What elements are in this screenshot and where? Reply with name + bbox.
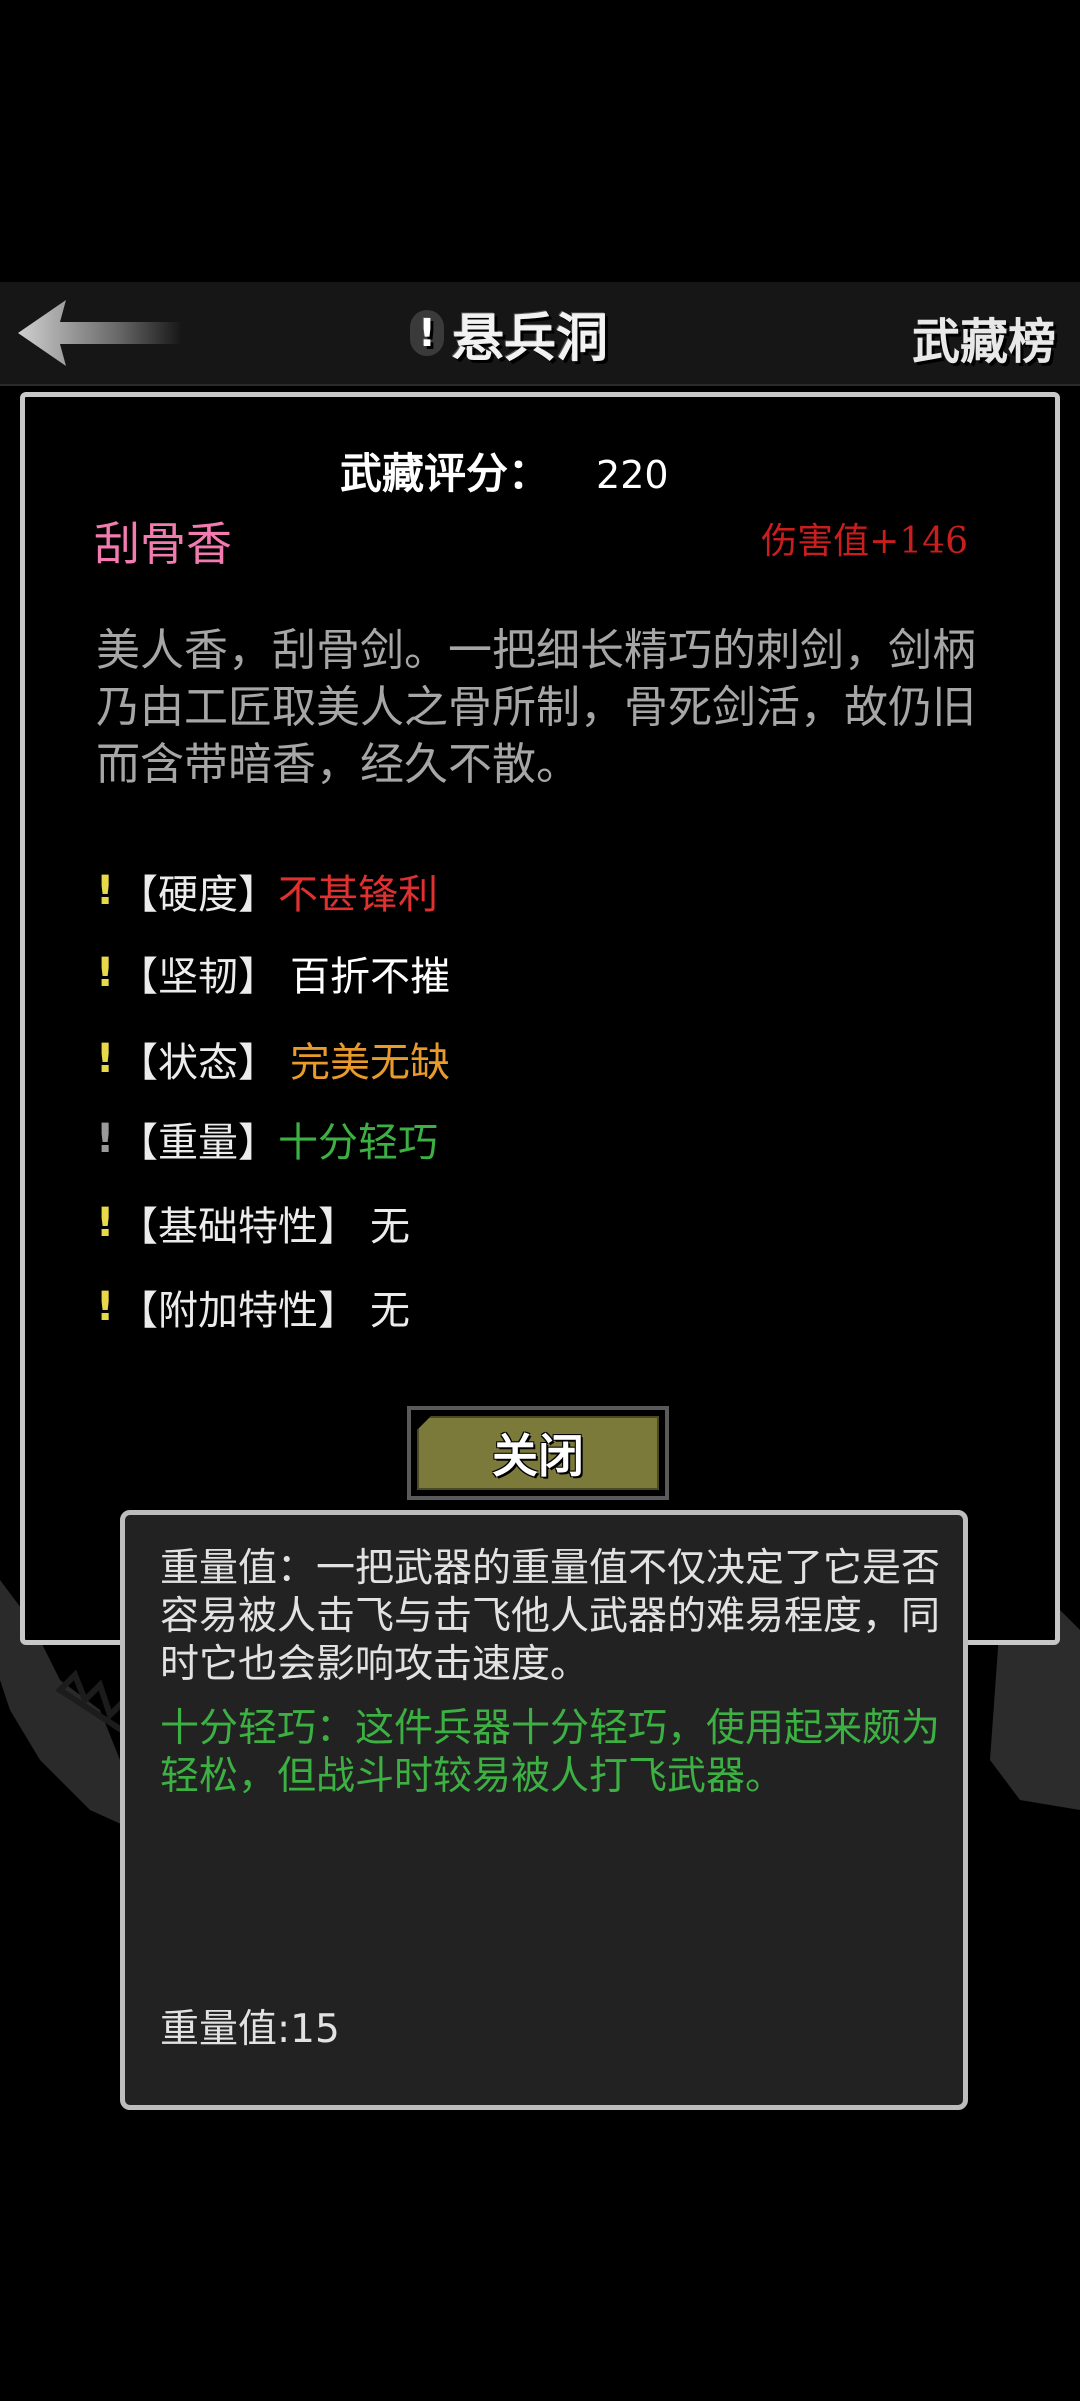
- attribute-value: 完美无缺: [290, 1040, 450, 1086]
- attribute-value: 百折不摧: [290, 954, 450, 1000]
- damage-value: 伤害值+146: [761, 521, 968, 562]
- back-button[interactable]: [14, 292, 184, 374]
- attribute-value: 无: [370, 1288, 410, 1334]
- tooltip-effect: 十分轻巧：这件兵器十分轻巧，使用起来颇为轻松，但战斗时较易被人打飞武器。: [160, 1706, 941, 1799]
- weapon-name: 刮骨香: [94, 517, 232, 571]
- attribute-label: 【附加特性】: [118, 1288, 358, 1334]
- back-arrow-icon: [18, 300, 182, 366]
- page-title: 悬兵洞: [452, 307, 609, 369]
- attribute-value: 无: [370, 1204, 410, 1250]
- exclamation-icon: !: [96, 868, 115, 914]
- attribute-condition[interactable]: ! 【状态】 完美无缺: [96, 1030, 450, 1088]
- attribute-label: 【基础特性】: [118, 1204, 358, 1250]
- attribute-label: 【硬度】: [118, 872, 278, 918]
- exclamation-icon: !: [96, 1284, 115, 1330]
- attribute-label: 【重量】: [118, 1120, 278, 1166]
- attribute-label: 【状态】: [118, 1040, 278, 1086]
- attribute-hardness[interactable]: ! 【硬度】 不甚锋利: [96, 862, 438, 920]
- tooltip-description: 重量值：一把武器的重量值不仅决定了它是否容易被人击飞与击飞他人武器的难易程度，同…: [160, 1546, 941, 1687]
- attribute-weight[interactable]: ! 【重量】 十分轻巧: [96, 1110, 438, 1168]
- top-bar: ! 悬兵洞 武藏榜: [0, 282, 1080, 386]
- attribute-toughness[interactable]: ! 【坚韧】 百折不摧: [96, 944, 450, 1002]
- exclamation-icon: !: [96, 1116, 115, 1162]
- attribute-extra-trait[interactable]: ! 【附加特性】 无: [96, 1278, 410, 1336]
- attribute-label: 【坚韧】: [118, 954, 278, 1000]
- exclamation-icon: !: [96, 1200, 115, 1246]
- close-button-label: 关闭: [417, 1416, 659, 1490]
- weapon-description: 美人香，刮骨剑。一把细长精巧的刺剑，剑柄乃由工匠取美人之骨所制，骨死剑活，故仍旧…: [96, 625, 976, 790]
- weapon-score: 武藏评分： 220: [340, 440, 669, 501]
- score-value: 220: [596, 453, 669, 497]
- attribute-value: 不甚锋利: [278, 872, 438, 918]
- rank-button[interactable]: 武藏榜: [912, 302, 1056, 372]
- exclamation-icon: !: [96, 950, 115, 996]
- exclamation-icon: !: [410, 310, 444, 356]
- attribute-value: 十分轻巧: [278, 1120, 438, 1166]
- score-label: 武藏评分：: [340, 449, 551, 498]
- attribute-base-trait[interactable]: ! 【基础特性】 无: [96, 1194, 410, 1252]
- page-title-group: ! 悬兵洞: [410, 298, 609, 369]
- tooltip-weight-value: 重量值:15: [160, 2007, 340, 2052]
- close-button[interactable]: 关闭: [407, 1406, 669, 1500]
- exclamation-icon: !: [96, 1036, 115, 1082]
